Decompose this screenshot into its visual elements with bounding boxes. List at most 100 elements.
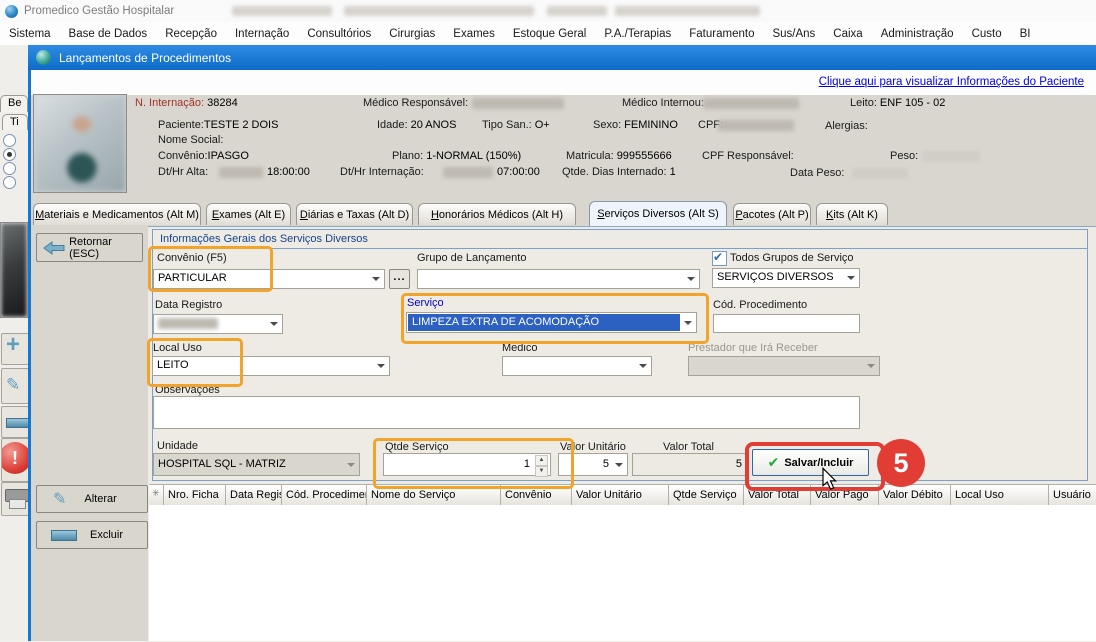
menu-item-recepcao[interactable]: Recepção	[156, 24, 226, 44]
patient-peso: Peso:	[890, 150, 921, 162]
menu-item-custo[interactable]: Custo	[963, 24, 1011, 44]
menu-item-administracao[interactable]: Administração	[872, 24, 963, 44]
alert-button[interactable]: !	[1, 438, 29, 482]
menu-item-sistema[interactable]: Sistema	[0, 24, 60, 44]
radio-option[interactable]	[3, 176, 16, 189]
servico-combobox[interactable]: LIMPEZA EXTRA DE ACOMODAÇÃO	[406, 312, 697, 333]
background-tab-partial[interactable]: Be	[0, 95, 28, 112]
qtde-servico-spinner[interactable]: 1 ▲ ▼	[383, 453, 551, 476]
mouse-cursor	[820, 467, 838, 491]
redacted-medico-responsavel	[472, 98, 564, 109]
redacted-cpf	[718, 120, 794, 131]
column-header-qtde-servico[interactable]: Qtde Serviço	[669, 485, 744, 506]
valor-unitario-combobox[interactable]: 5	[558, 453, 628, 476]
background-tab-label: Ti	[10, 116, 19, 128]
patient-idade: Idade:20 ANOS	[377, 119, 456, 131]
prestador-label: Prestador que Irá Receber	[688, 342, 818, 354]
grid-body[interactable]	[149, 505, 1096, 641]
dropdown-arrow-icon	[680, 313, 696, 332]
column-header-convenio[interactable]: Convênio	[501, 485, 572, 506]
background-tab-partial-2[interactable]: Ti	[2, 114, 28, 130]
radio-option[interactable]	[3, 134, 16, 147]
browse-button[interactable]: ...	[389, 269, 410, 289]
menu-item-sus-ans[interactable]: Sus/Ans	[763, 24, 824, 44]
column-header-local-uso[interactable]: Local Uso	[951, 485, 1049, 506]
menu-item-estoque-geral[interactable]: Estoque Geral	[504, 24, 596, 44]
redacted-data-peso	[852, 168, 908, 179]
remove-button[interactable]	[1, 406, 29, 438]
column-header-nro-ficha[interactable]: Nro. Ficha	[164, 485, 226, 506]
patient-info-link[interactable]: Clique aqui para visualizar Informações …	[819, 76, 1084, 88]
data-registro-label: Data Registro	[155, 299, 222, 311]
grupo-servico-combobox[interactable]: SERVIÇOS DIVERSOS	[712, 268, 860, 288]
tab-servicos-diversos[interactable]: Serviços Diversos (Alt S)	[589, 201, 727, 226]
salvar-incluir-button[interactable]: ✔ Salvar/Incluir	[752, 449, 869, 476]
tab-diarias-taxas[interactable]: Diárias e Taxas (Alt D)	[296, 203, 413, 225]
redacted-title-text	[344, 6, 534, 16]
background-photo-thumbnail	[0, 222, 28, 318]
redacted-title-text	[615, 6, 760, 16]
alterar-button[interactable]: ✎ Alterar	[36, 485, 148, 513]
column-header-usuario[interactable]: Usuário	[1049, 485, 1096, 506]
menu-item-exames[interactable]: Exames	[444, 24, 504, 44]
plus-icon: +	[6, 333, 20, 359]
tab-kits[interactable]: Kits (Alt K)	[816, 203, 888, 225]
patient-dthr-internacao: Dt/Hr Internação:	[340, 166, 427, 178]
radio-option-selected[interactable]	[3, 148, 16, 161]
patient-medico-responsavel: Médico Responsável:	[363, 97, 471, 109]
app-menubar: Sistema Base de Dados Recepção Internaçã…	[0, 22, 1096, 46]
step-badge: 5	[877, 439, 925, 487]
menu-item-base-de-dados[interactable]: Base de Dados	[60, 24, 157, 44]
menu-item-internacao[interactable]: Internação	[226, 24, 298, 44]
retornar-label: Retornar (ESC)	[69, 236, 142, 260]
menu-item-caixa[interactable]: Caixa	[824, 24, 871, 44]
cod-procedimento-input[interactable]	[713, 314, 860, 333]
todos-grupos-checkbox[interactable]: ✔	[712, 251, 727, 266]
spin-down-button[interactable]: ▼	[535, 466, 548, 477]
pencil-icon: ✎	[53, 489, 66, 509]
window-icon	[36, 50, 51, 65]
convenio-combobox[interactable]: PARTICULAR	[153, 269, 385, 289]
edit-button[interactable]: ✎	[1, 368, 29, 404]
patient-internacao: N. Internação:38284	[135, 97, 238, 109]
print-button[interactable]	[1, 482, 29, 516]
column-header-valor-unitario[interactable]: Valor Unitário	[572, 485, 669, 506]
local-uso-combobox[interactable]: LEITO	[152, 356, 390, 376]
app-title: Promedico Gestão Hospitalar	[24, 5, 174, 17]
patient-sexo: Sexo:FEMININO	[593, 119, 678, 131]
redacted-peso	[922, 151, 980, 162]
column-header-data-registro[interactable]: Data Regist	[226, 485, 282, 506]
salvar-incluir-label: Salvar/Incluir	[784, 457, 853, 469]
column-header-cod-procedimento[interactable]: Cód. Procediment	[282, 485, 367, 506]
tab-materiais-medicamentos[interactable]: Materiais e Medicamentos (Alt M)	[33, 203, 201, 225]
patient-convenio: Convênio:IPASGO	[158, 150, 249, 162]
radio-option[interactable]	[3, 162, 16, 175]
observacoes-textarea[interactable]	[153, 396, 860, 429]
tab-exames[interactable]: Exames (Alt E)	[206, 203, 291, 225]
dropdown-arrow-icon	[368, 270, 384, 288]
excluir-button[interactable]: Excluir	[36, 521, 148, 549]
patient-photo	[33, 94, 127, 193]
tab-honorarios-medicos[interactable]: Honorários Médicos (Alt H)	[418, 203, 576, 225]
menu-item-pa-terapias[interactable]: P.A./Terapias	[595, 24, 680, 44]
exclamation-icon: !	[1, 442, 29, 474]
column-header-valor-total[interactable]: Valor Total	[744, 485, 811, 506]
column-header-valor-debito[interactable]: Valor Débito	[879, 485, 951, 506]
groupbox-title: Informações Gerais dos Serviços Diversos	[153, 230, 1087, 249]
menu-item-bi[interactable]: BI	[1011, 24, 1040, 44]
add-button[interactable]: +	[1, 333, 29, 365]
column-header-nome-servico[interactable]: Nome do Serviço	[367, 485, 501, 506]
menu-item-cirurgias[interactable]: Cirurgias	[380, 24, 444, 44]
unidade-combobox: HOSPITAL SQL - MATRIZ	[153, 453, 360, 476]
menu-item-consultorios[interactable]: Consultórios	[298, 24, 380, 44]
patient-tipo-sanguineo: Tipo San.:O+	[482, 119, 550, 131]
window-title: Lançamentos de Procedimentos	[59, 51, 231, 65]
menu-item-faturamento[interactable]: Faturamento	[680, 24, 763, 44]
tab-pacotes[interactable]: Pacotes (Alt P)	[733, 203, 811, 225]
retornar-button[interactable]: Retornar (ESC)	[36, 233, 143, 262]
spin-up-button[interactable]: ▲	[535, 455, 548, 466]
dropdown-arrow-icon	[343, 454, 359, 475]
valor-total-field: 5	[632, 453, 748, 476]
medico-combobox[interactable]	[502, 356, 652, 376]
grupo-lancamento-combobox[interactable]	[417, 269, 700, 289]
